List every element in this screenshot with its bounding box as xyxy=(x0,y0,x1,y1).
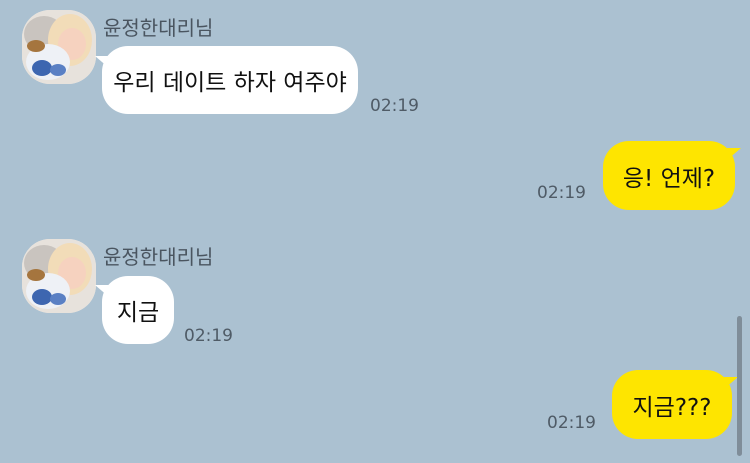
message-bubble-incoming[interactable]: 우리 데이트 하자 여주야 xyxy=(102,46,358,114)
message-bubble-incoming[interactable]: 지금 xyxy=(102,276,174,344)
sender-name: 윤정한대리님 xyxy=(103,245,214,269)
chat-message-list[interactable]: 윤정한대리님 우리 데이트 하자 여주야 02:19 02:19 응! 언제? … xyxy=(0,0,750,463)
profile-avatar[interactable] xyxy=(22,239,96,313)
sender-name: 윤정한대리님 xyxy=(103,16,214,40)
scrollbar[interactable] xyxy=(737,316,742,456)
message-bubble-outgoing[interactable]: 응! 언제? xyxy=(603,141,735,210)
message-bubble-outgoing[interactable]: 지금??? xyxy=(612,370,732,439)
bubble-tail xyxy=(724,377,738,389)
message-timestamp: 02:19 xyxy=(547,413,596,433)
bubble-tail xyxy=(727,148,741,160)
message-timestamp: 02:19 xyxy=(537,183,586,203)
message-timestamp: 02:19 xyxy=(184,326,233,346)
message-timestamp: 02:19 xyxy=(370,96,419,116)
profile-avatar[interactable] xyxy=(22,10,96,84)
